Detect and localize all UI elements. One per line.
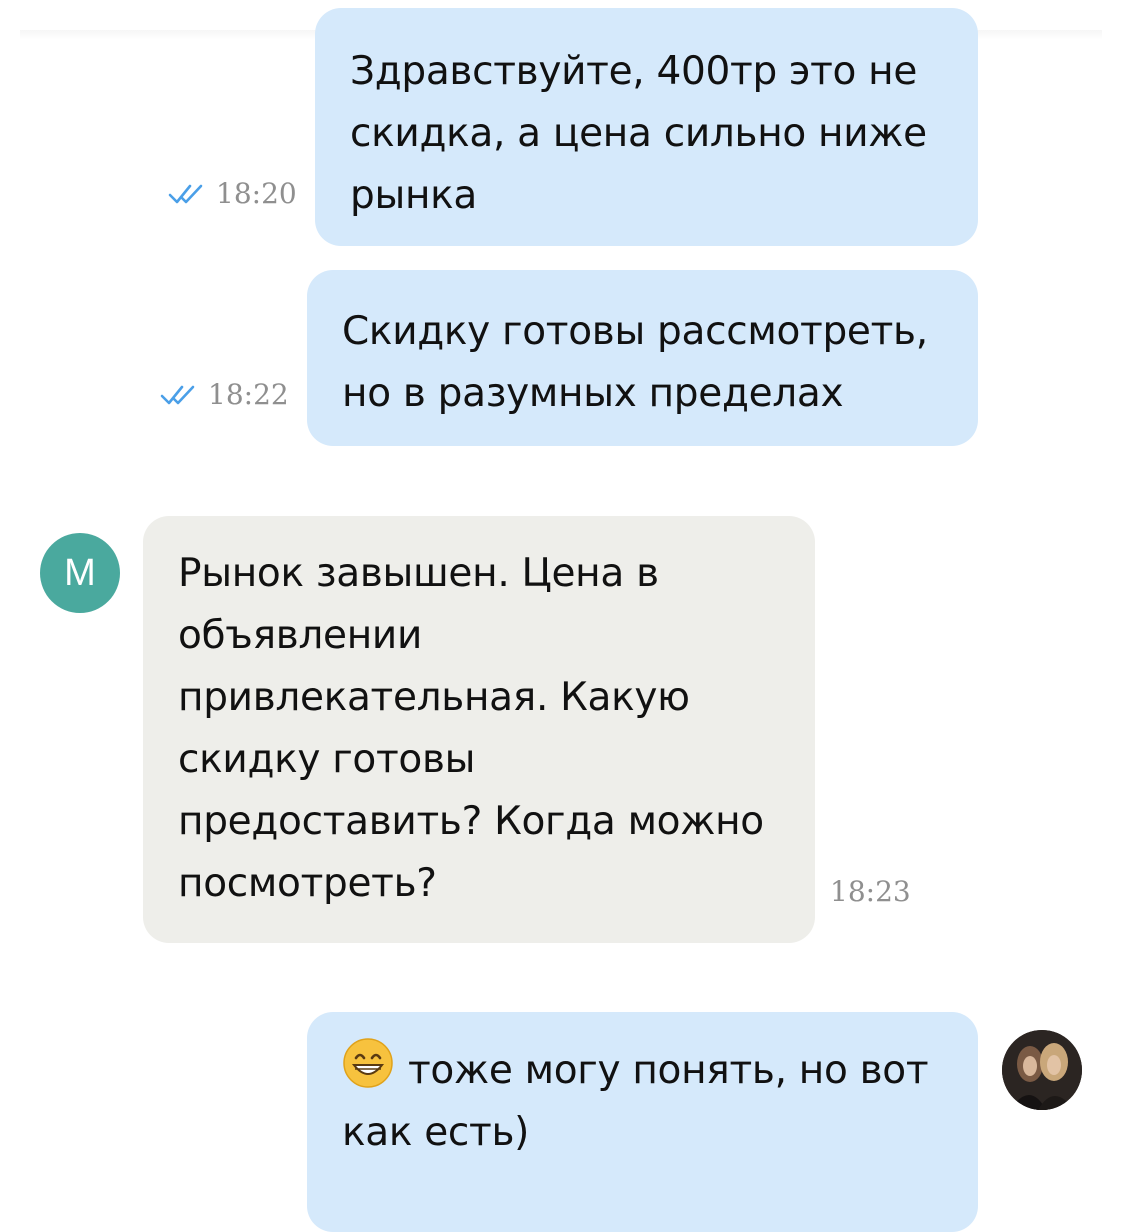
- message-meta: 18:22: [160, 378, 289, 411]
- message-bubble-outgoing[interactable]: Здравствуйте, 400тр это не скидка, а цен…: [315, 8, 978, 246]
- message-text: тоже могу понять, но вот как есть): [342, 1037, 943, 1164]
- message-text: Скидку готовы рассмотреть, но в разумных…: [342, 309, 928, 416]
- message-bubble-outgoing[interactable]: тоже могу понять, но вот как есть): [307, 1012, 978, 1232]
- double-check-icon: [160, 385, 195, 404]
- message-time: 18:20: [216, 177, 297, 210]
- message-meta: 18:23: [830, 875, 911, 908]
- message-time: 18:22: [208, 378, 289, 411]
- message-text: Здравствуйте, 400тр это не скидка, а цен…: [350, 49, 927, 218]
- message-time: 18:23: [830, 875, 911, 908]
- user-avatar[interactable]: [1002, 1030, 1082, 1110]
- user-photo-icon: [1002, 1030, 1082, 1110]
- message-bubble-outgoing[interactable]: Скидку готовы рассмотреть, но в разумных…: [307, 270, 978, 446]
- sender-initial: М: [64, 551, 96, 594]
- message-meta: 18:20: [168, 177, 297, 210]
- grinning-face-emoji-icon: [343, 1038, 393, 1088]
- message-text: Рынок завышен. Цена в объявлении привлек…: [178, 551, 764, 906]
- sender-avatar[interactable]: М: [40, 533, 120, 613]
- double-check-icon: [168, 184, 203, 203]
- message-bubble-incoming[interactable]: Рынок завышен. Цена в объявлении привлек…: [143, 516, 815, 943]
- message-text-content: тоже могу понять, но вот как есть): [342, 1048, 929, 1155]
